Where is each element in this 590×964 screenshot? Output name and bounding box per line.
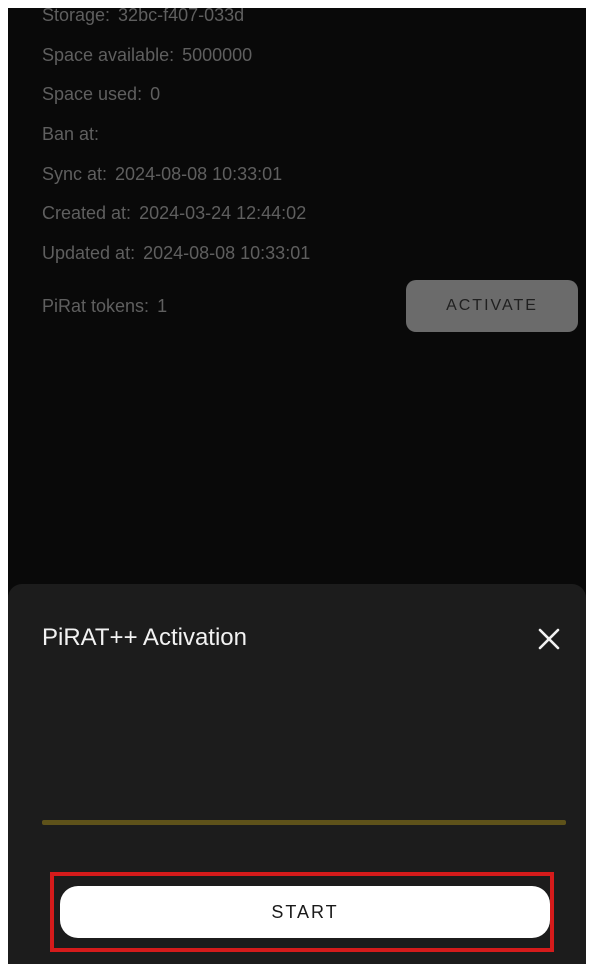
account-info-list: Storage: 32bc-f407-033d Space available:… <box>42 8 582 273</box>
close-icon <box>538 628 560 650</box>
info-row-space-available: Space available: 5000000 <box>42 36 582 76</box>
info-value: 0 <box>150 84 161 105</box>
tokens-label: PiRat tokens: <box>42 295 150 316</box>
tokens-value: 1 <box>157 295 168 316</box>
info-row-sync-at: Sync at: 2024-08-08 10:33:01 <box>42 154 582 194</box>
info-label: Space used: <box>42 84 143 105</box>
info-value: 2024-08-08 10:33:01 <box>143 242 311 263</box>
info-row-space-used: Space used: 0 <box>42 75 582 115</box>
info-label: Ban at: <box>42 124 100 145</box>
info-value: 32bc-f407-033d <box>118 8 245 26</box>
info-label: Created at: <box>42 203 132 224</box>
info-row-updated-at: Updated at: 2024-08-08 10:33:01 <box>42 234 582 274</box>
info-label: Updated at: <box>42 242 136 263</box>
info-row-created-at: Created at: 2024-03-24 12:44:02 <box>42 194 582 234</box>
info-label: Space available: <box>42 44 175 65</box>
info-label: Sync at: <box>42 163 108 184</box>
activate-button[interactable]: ACTIVATE <box>406 280 578 332</box>
info-label: Storage: <box>42 8 111 26</box>
sheet-title: PiRAT++ Activation <box>42 624 247 651</box>
info-row-ban-at: Ban at: <box>42 115 582 155</box>
info-value: 2024-03-24 12:44:02 <box>139 203 307 224</box>
info-value: 5000000 <box>182 44 253 65</box>
activation-bottom-sheet: PiRAT++ Activation START <box>8 584 586 964</box>
app-screen: Storage: 32bc-f407-033d Space available:… <box>8 8 586 964</box>
close-button[interactable] <box>534 624 564 654</box>
info-row-storage: Storage: 32bc-f407-033d <box>42 8 582 36</box>
start-button[interactable]: START <box>60 886 550 938</box>
info-value: 2024-08-08 10:33:01 <box>115 163 283 184</box>
activation-progress-bar <box>42 820 566 825</box>
